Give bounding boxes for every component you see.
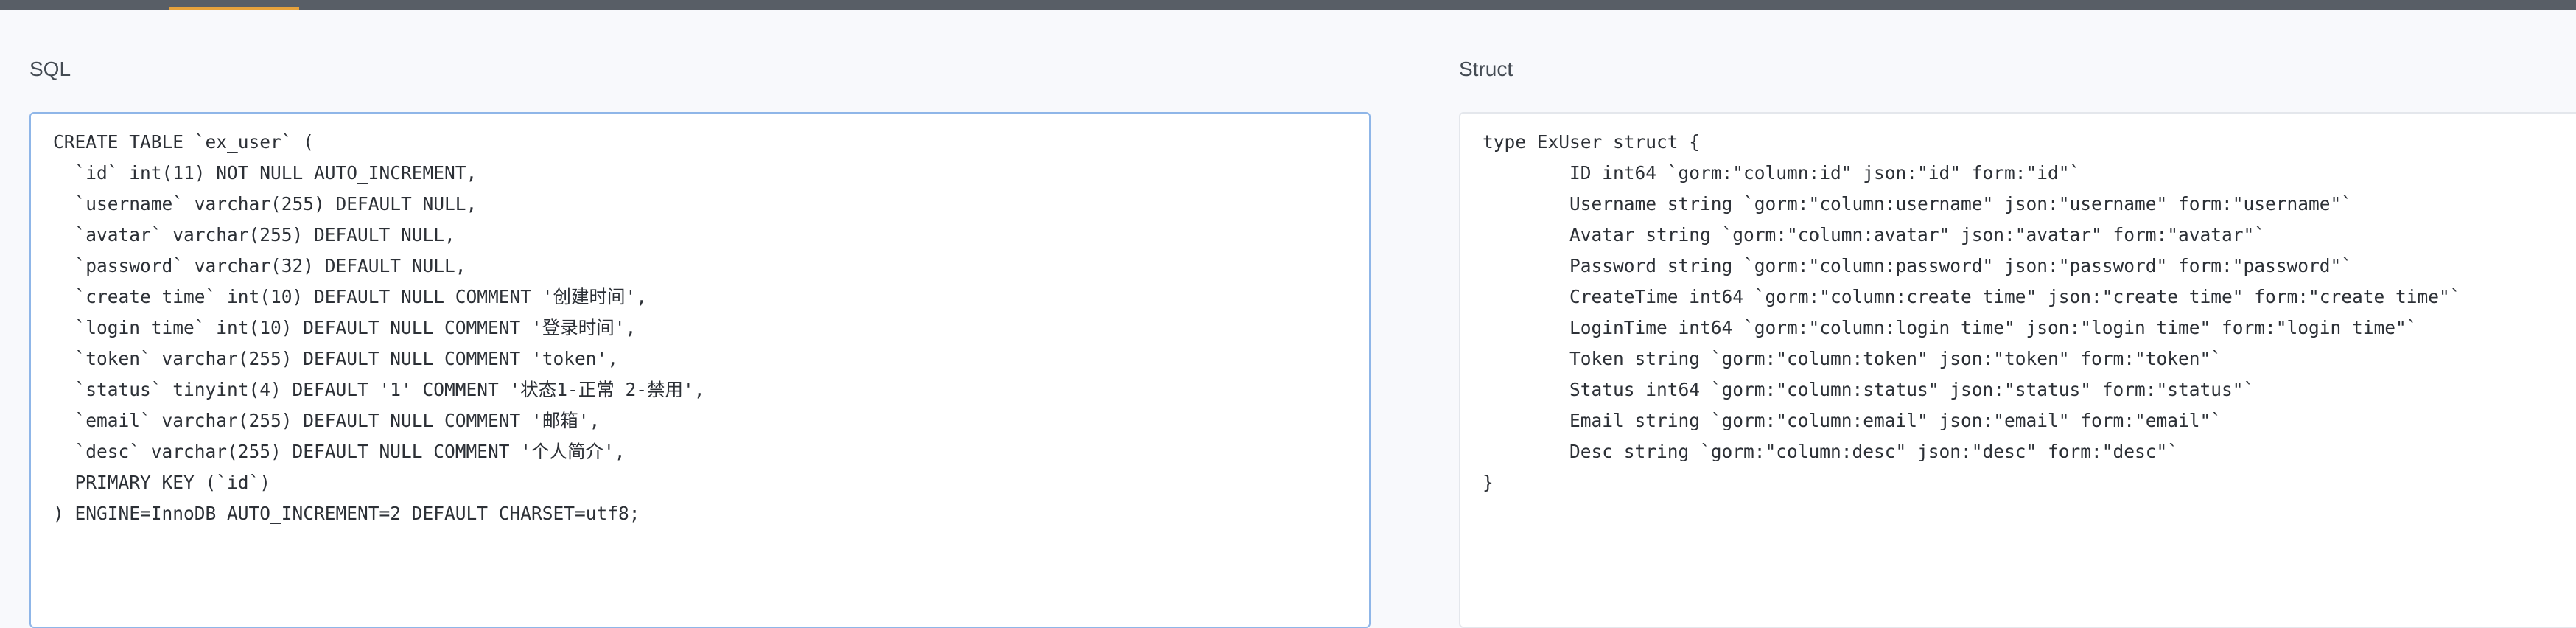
struct-code-line: LoginTime int64 `gorm:"column:login_time…: [1483, 317, 2418, 338]
struct-code-line: }: [1483, 472, 1494, 493]
struct-code-line: Status int64 `gorm:"column:status" json:…: [1483, 379, 2255, 400]
struct-code-line: ID int64 `gorm:"column:id" json:"id" for…: [1483, 162, 2081, 184]
struct-code-line: Token string `gorm:"column:token" json:"…: [1483, 348, 2222, 369]
sql-panel-label: SQL: [29, 57, 71, 80]
struct-code-line: Email string `gorm:"column:email" json:"…: [1483, 410, 2222, 431]
sql-code-line: CREATE TABLE `ex_user` (: [53, 131, 315, 153]
sql-code-line: `username` varchar(255) DEFAULT NULL,: [53, 193, 477, 214]
sql-code-line: `login_time` int(10) DEFAULT NULL COMMEN…: [53, 317, 637, 338]
struct-code-line: Username string `gorm:"column:username" …: [1483, 193, 2353, 214]
sql-code-line: `email` varchar(255) DEFAULT NULL COMMEN…: [53, 410, 601, 431]
sql-code-line: PRIMARY KEY (`id`): [53, 472, 271, 493]
sql-code-line: `status` tinyint(4) DEFAULT '1' COMMENT …: [53, 379, 705, 400]
sql-panel: SQL CREATE TABLE `ex_user` ( `id` int(11…: [29, 47, 1371, 628]
struct-code-line: Desc string `gorm:"column:desc" json:"de…: [1483, 441, 2179, 462]
struct-code-line: Avatar string `gorm:"column:avatar" json…: [1483, 224, 2266, 245]
sql-code-line: `token` varchar(255) DEFAULT NULL COMMEN…: [53, 348, 619, 369]
struct-panel: Struct type ExUser struct { ID int64 `go…: [1459, 47, 2576, 628]
struct-code-line: CreateTime int64 `gorm:"column:create_ti…: [1483, 286, 2461, 307]
sql-code-line: ) ENGINE=InnoDB AUTO_INCREMENT=2 DEFAULT…: [53, 503, 640, 524]
active-tab-indicator: [169, 7, 299, 10]
top-nav-bar: [0, 0, 2576, 10]
struct-output-editor[interactable]: type ExUser struct { ID int64 `gorm:"col…: [1459, 112, 2576, 628]
sql-code-line: `password` varchar(32) DEFAULT NULL,: [53, 255, 466, 276]
sql-input-editor[interactable]: CREATE TABLE `ex_user` ( `id` int(11) NO…: [29, 112, 1371, 628]
struct-code-line: type ExUser struct {: [1483, 131, 1701, 153]
sql-code-line: `id` int(11) NOT NULL AUTO_INCREMENT,: [53, 162, 477, 184]
sql-code-line: `create_time` int(10) DEFAULT NULL COMME…: [53, 286, 648, 307]
sql-code-line: `desc` varchar(255) DEFAULT NULL COMMENT…: [53, 441, 626, 462]
struct-code-line: Password string `gorm:"column:password" …: [1483, 255, 2353, 276]
sql-code-line: `avatar` varchar(255) DEFAULT NULL,: [53, 224, 455, 245]
struct-panel-label: Struct: [1459, 57, 1513, 80]
